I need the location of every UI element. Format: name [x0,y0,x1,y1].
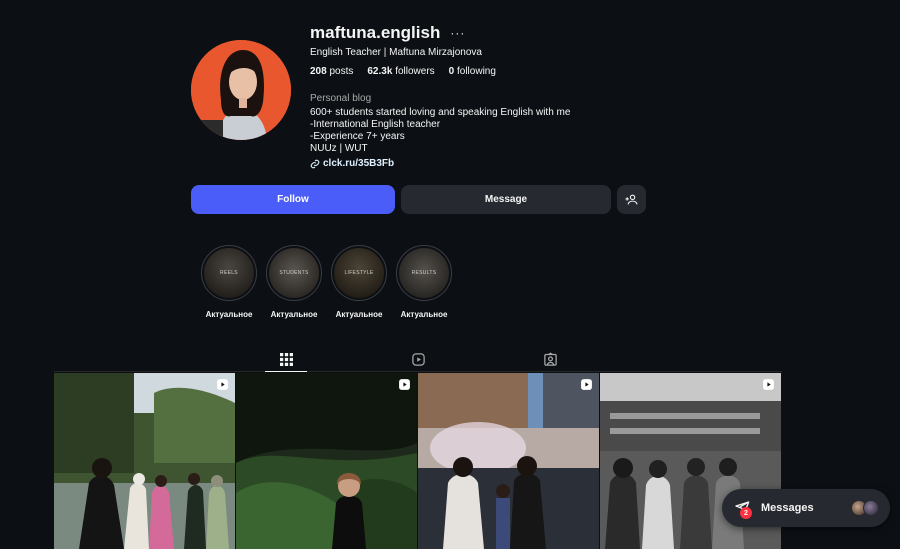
messages-label: Messages [761,502,814,514]
username: maftuna.english [310,23,441,42]
posts-count: 208 [310,66,327,77]
highlight-label: Актуальное [270,310,318,319]
post-image [54,373,235,549]
posts-label: posts [329,66,354,77]
post-image [418,373,599,549]
highlight-item[interactable]: RESULTS Актуальное [395,245,453,319]
followers-count: 62.3k [367,66,393,77]
post-tile[interactable] [418,373,599,549]
messages-icon-wrap: 2 [734,500,752,519]
bio-line: NUUz | WUT [310,143,368,154]
full-name: English Teacher | Maftuna Mirzajonova [310,47,482,58]
tagged-icon [543,351,557,366]
avatar-photo [191,40,291,140]
grid-icon [279,352,293,366]
following-stat[interactable]: 0 following [449,66,496,77]
bio-line: 600+ students started loving and speakin… [310,107,571,118]
message-button[interactable]: Message [401,185,611,214]
highlight-item[interactable]: REELS Актуальное [200,245,258,319]
profile-bio: 600+ students started loving and speakin… [310,107,570,155]
highlight-ring: RESULTS [396,245,452,301]
highlight-ring: REELS [201,245,257,301]
conversation-avatar [863,500,879,516]
reel-icon [581,379,592,390]
profile-info: maftuna.english ··· English Teacher | Ma… [310,22,570,169]
tab-reels[interactable] [397,347,439,371]
tab-posts[interactable] [265,347,307,372]
add-person-icon [625,194,638,205]
highlight-cover: LIFESTYLE [334,248,384,298]
highlight-item[interactable]: LIFESTYLE Актуальное [330,245,388,319]
reel-icon [763,379,774,390]
highlight-label: Актуальное [335,310,383,319]
highlight-ring: LIFESTYLE [331,245,387,301]
highlight-item[interactable]: STUDENTS Актуальное [265,245,323,319]
bio-line: -International English teacher [310,119,441,130]
tab-tagged[interactable] [529,347,571,371]
reels-icon [411,352,425,366]
reel-icon [217,379,228,390]
post-tile[interactable] [54,373,235,549]
messages-button[interactable]: 2 Messages [722,489,890,527]
followers-label: followers [395,66,435,77]
link-icon [310,159,320,168]
unread-badge: 2 [740,507,752,519]
highlight-cover: REELS [204,248,254,298]
post-image [236,373,417,549]
highlight-cover: STUDENTS [269,248,319,298]
post-tile[interactable] [236,373,417,549]
posts-stat: 208 posts [310,66,353,77]
profile-link[interactable]: clck.ru/35B3Fb [310,158,570,169]
follow-button[interactable]: Follow [191,185,395,214]
following-count: 0 [448,66,455,77]
profile-stats: 208 posts 62.3k followers 0 following [310,66,570,77]
suggested-accounts-button[interactable] [617,185,646,214]
messages-avatars [851,500,879,516]
profile-avatar[interactable] [191,40,291,140]
more-options-icon[interactable]: ··· [450,26,465,40]
reel-icon [399,379,410,390]
followers-stat[interactable]: 62.3k followers [367,66,434,77]
bio-line: -Experience 7+ years [310,131,405,142]
following-label: following [457,66,496,77]
highlight-label: Актуальное [400,310,448,319]
highlight-ring: STUDENTS [266,245,322,301]
profile-category: Personal blog [310,93,372,104]
highlight-label: Актуальное [205,310,253,319]
profile-link-text: clck.ru/35B3Fb [323,158,395,169]
highlight-cover: RESULTS [399,248,449,298]
tabs-divider [54,371,782,372]
